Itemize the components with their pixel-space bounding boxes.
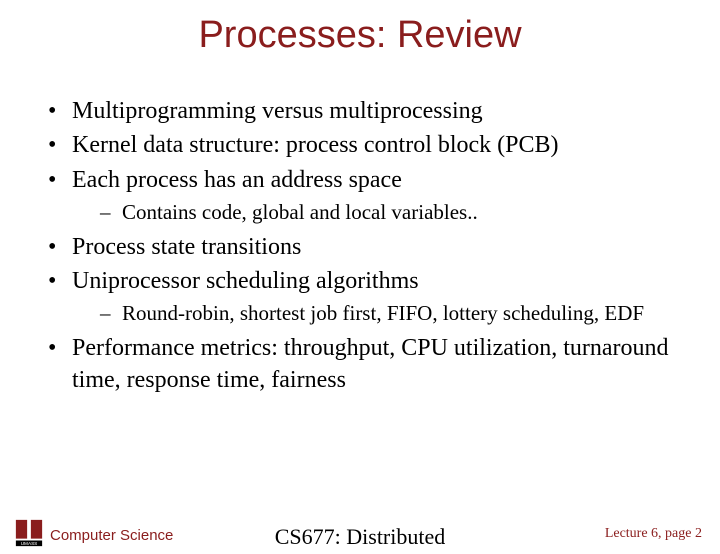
sub-bullet-list: Contains code, global and local variable… bbox=[100, 198, 690, 226]
bullet-text: Performance metrics: throughput, CPU uti… bbox=[72, 335, 669, 393]
bullet-text: Each process has an address space bbox=[72, 167, 402, 193]
bullet-text: Uniprocessor scheduling algorithms bbox=[72, 268, 419, 294]
list-item: Performance metrics: throughput, CPU uti… bbox=[48, 332, 690, 397]
sub-bullet-list: Round-robin, shortest job first, FIFO, l… bbox=[100, 299, 690, 327]
list-item: Uniprocessor scheduling algorithms Round… bbox=[48, 265, 690, 328]
sub-bullet-text: Round-robin, shortest job first, FIFO, l… bbox=[122, 301, 644, 325]
list-item: Multiprogramming versus multiprocessing bbox=[48, 95, 690, 127]
slide-footer: UMASS Computer Science CS677: Distribute… bbox=[0, 514, 720, 554]
list-item: Round-robin, shortest job first, FIFO, l… bbox=[100, 299, 690, 327]
slide: Processes: Review Multiprogramming versu… bbox=[0, 14, 720, 554]
list-item: Contains code, global and local variable… bbox=[100, 198, 690, 226]
bullet-text: Process state transitions bbox=[72, 234, 301, 260]
bullet-text: Kernel data structure: process control b… bbox=[72, 132, 559, 158]
sub-bullet-text: Contains code, global and local variable… bbox=[122, 200, 478, 224]
bullet-text: Multiprogramming versus multiprocessing bbox=[72, 98, 483, 124]
slide-title: Processes: Review bbox=[0, 14, 720, 57]
bullet-list: Multiprogramming versus multiprocessing … bbox=[48, 95, 690, 396]
slide-body: Multiprogramming versus multiprocessing … bbox=[48, 95, 690, 396]
list-item: Kernel data structure: process control b… bbox=[48, 129, 690, 161]
list-item: Process state transitions bbox=[48, 231, 690, 263]
list-item: Each process has an address space Contai… bbox=[48, 164, 690, 227]
